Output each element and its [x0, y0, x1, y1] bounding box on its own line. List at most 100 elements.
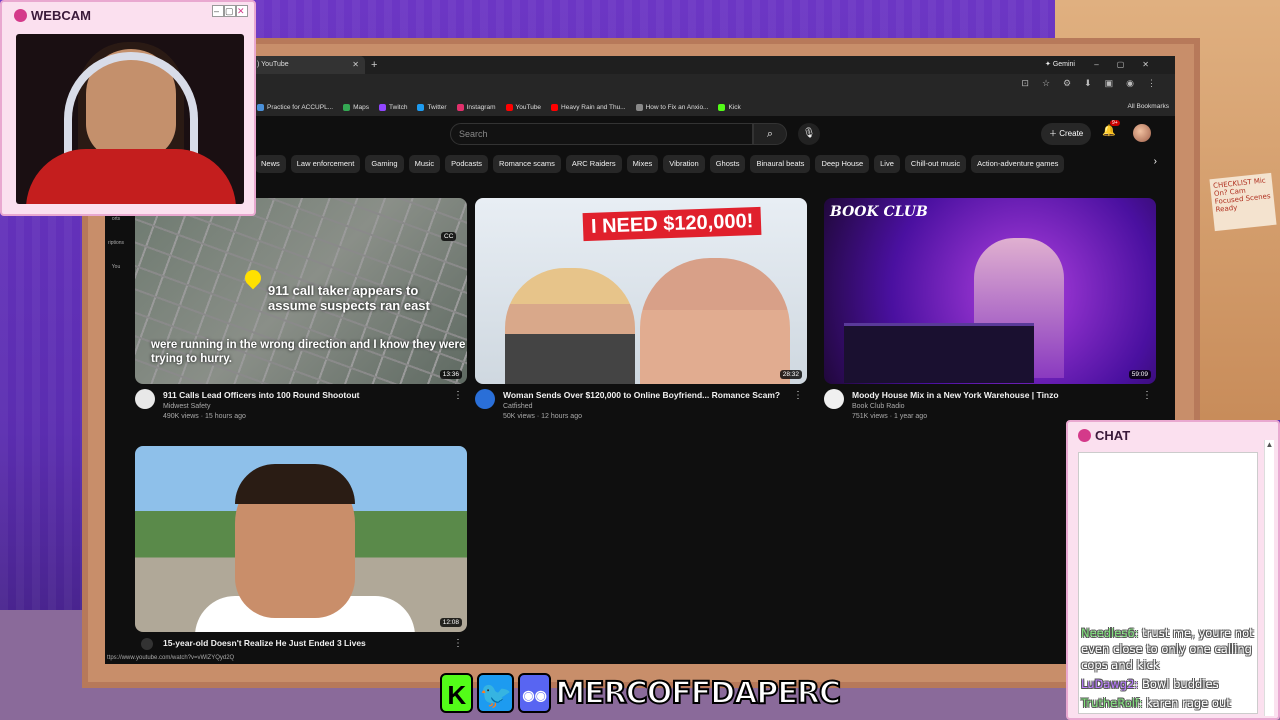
chip[interactable]: Deep House — [815, 155, 870, 173]
webcam-title: WEBCAM — [31, 8, 91, 23]
thumbnail-person — [235, 464, 355, 504]
tab-title: ) YouTube — [257, 61, 289, 68]
toolbar-icons[interactable]: ⊡☆⚙⬇▣◉⋮ — [1021, 78, 1169, 89]
chip[interactable]: Music — [408, 155, 441, 173]
video-title[interactable]: 911 Calls Lead Officers into 100 Round S… — [163, 390, 467, 400]
all-bookmarks[interactable]: All Bookmarks — [1127, 103, 1169, 110]
channel-name[interactable]: Catfished — [503, 403, 807, 410]
video-thumbnail[interactable]: 12:08 — [135, 446, 467, 632]
channel-avatar[interactable] — [475, 389, 495, 409]
bookmark-icon — [379, 103, 387, 111]
bookmark-icon — [551, 103, 559, 111]
video-thumbnail[interactable]: 911 call taker appears to assume suspect… — [135, 198, 467, 384]
video-stats: 490K views · 15 hours ago — [163, 413, 246, 420]
checklist-note: CHECKLIST Mic On? Cam Focused Scenes Rea… — [1209, 172, 1277, 232]
video-thumbnail[interactable]: BOOK CLUB 59:09 — [824, 198, 1156, 384]
chip[interactable]: Gaming — [365, 155, 404, 173]
sidebar: orts riptions You — [105, 216, 127, 288]
video-title[interactable]: 15-year-old Doesn't Realize He Just Ende… — [163, 638, 467, 648]
social-banner: K 🐦 ◉◉ MERCOFFDAPERC — [440, 668, 842, 718]
bookmark-item[interactable]: Maps — [343, 103, 369, 111]
gemini-button[interactable]: ✦ Gemini — [1045, 58, 1075, 72]
tab-close-icon[interactable]: ✕ — [352, 56, 359, 74]
chat-username: Needles6: — [1081, 626, 1139, 640]
chat-title: CHAT — [1095, 428, 1131, 443]
chat-panel: CHAT Needles6: trust me, youre not even … — [1066, 420, 1280, 720]
channel-name[interactable]: Midwest Safety — [163, 403, 467, 410]
bookmark-item[interactable]: Twitter — [417, 103, 447, 111]
sidebar-item-you[interactable]: You — [105, 264, 127, 270]
thumbnail-caption: 911 call taker appears to assume suspect… — [268, 283, 430, 313]
kick-icon: K — [440, 673, 474, 713]
channel-avatar[interactable] — [135, 389, 155, 409]
video-card[interactable]: BOOK CLUB 59:09 Moody House Mix in a New… — [824, 198, 1156, 428]
video-card[interactable]: 12:08 15-year-old Doesn't Realize He Jus… — [135, 446, 467, 664]
chip[interactable]: Romance scams — [493, 155, 561, 173]
bookmark-item[interactable]: Twitch — [379, 103, 408, 111]
chip[interactable]: Podcasts — [445, 155, 489, 173]
bookmark-item[interactable]: How to Fix an Anxio... — [635, 103, 708, 111]
chat-username: TrutheRolf: — [1081, 696, 1143, 710]
new-tab-icon[interactable]: + — [371, 56, 377, 74]
chip[interactable]: Law enforcement — [290, 155, 361, 173]
avatar[interactable] — [1133, 124, 1151, 142]
chip[interactable]: Live — [874, 155, 900, 173]
video-title[interactable]: Moody House Mix in a New York Warehouse … — [852, 390, 1156, 400]
bookmark-icon — [257, 103, 264, 111]
chat-text: karen rage out — [1142, 696, 1231, 710]
chip[interactable]: Vibration — [663, 155, 705, 173]
bookmark-label: Instagram — [466, 103, 496, 111]
channel-avatar[interactable] — [141, 638, 153, 650]
video-card[interactable]: 911 call taker appears to assume suspect… — [135, 198, 467, 428]
bookmark-label: Twitch — [389, 103, 408, 111]
duration-badge: 28:32 — [779, 370, 802, 379]
video-stats: 751K views · 1 year ago — [852, 413, 928, 420]
bookmark-label: YouTube — [515, 103, 542, 111]
chip[interactable]: News — [255, 155, 286, 173]
webcam-header: WEBCAM — [14, 8, 91, 23]
chip[interactable]: Ghosts — [709, 155, 746, 173]
bookmark-item[interactable]: Heavy Rain and Thu... — [551, 103, 626, 111]
bookmark-item[interactable]: Instagram — [456, 103, 496, 111]
bookmark-icon — [635, 103, 643, 111]
more-options-icon[interactable]: ⋮ — [453, 638, 463, 649]
more-options-icon[interactable]: ⋮ — [1142, 390, 1152, 401]
chip[interactable]: ARC Raiders — [565, 155, 622, 173]
category-chips: News Law enforcement Gaming Music Podcas… — [105, 150, 1175, 178]
video-card[interactable]: I NEED $120,000! 28:32 Woman Sends Over … — [475, 198, 807, 428]
bookmark-item[interactable]: Practice for ACCUPL... — [257, 103, 333, 111]
search-input[interactable]: Search — [450, 123, 753, 145]
tab-youtube[interactable]: ) YouTube ✕ — [250, 56, 365, 74]
video-thumbnail[interactable]: I NEED $120,000! 28:32 — [475, 198, 807, 384]
chat-body: Needles6: trust me, youre not even close… — [1078, 452, 1258, 714]
video-title[interactable]: Woman Sends Over $120,000 to Online Boyf… — [503, 390, 807, 400]
chip[interactable]: Mixes — [626, 155, 659, 173]
channel-avatar[interactable] — [824, 389, 844, 409]
more-options-icon[interactable]: ⋮ — [453, 390, 463, 401]
bookmark-item[interactable]: Kick — [718, 103, 741, 111]
youtube-header: Search ⌕ 🎙 ＋ Create 🔔 9+ — [105, 116, 1175, 150]
chip[interactable]: Binaural beats — [750, 155, 811, 173]
chat-scrollbar[interactable]: ▲ — [1264, 440, 1274, 716]
channel-name[interactable]: Book Club Radio — [852, 403, 1156, 410]
create-button[interactable]: ＋ Create — [1041, 123, 1092, 145]
window-controls[interactable]: –▢✕ — [1094, 56, 1167, 74]
webcam-feed — [16, 34, 244, 204]
sidebar-item-subscriptions[interactable]: riptions — [105, 240, 127, 246]
chip[interactable]: Action-adventure games — [971, 155, 1065, 173]
video-meta: Woman Sends Over $120,000 to Online Boyf… — [475, 384, 807, 428]
chat-text: Bowl buddies — [1138, 677, 1219, 691]
webcam-icon — [14, 9, 27, 22]
duration-badge: 12:08 — [439, 618, 462, 627]
address-bar[interactable]: ⊡☆⚙⬇▣◉⋮ — [105, 74, 1175, 98]
mic-icon[interactable]: 🎙 — [798, 123, 820, 145]
more-options-icon[interactable]: ⋮ — [793, 390, 803, 401]
chevron-right-icon[interactable]: › — [1154, 156, 1157, 167]
video-stats: 50K views · 12 hours ago — [503, 413, 582, 420]
notification-badge: 9+ — [1110, 120, 1120, 126]
bookmark-item[interactable]: YouTube — [505, 103, 542, 111]
search-icon[interactable]: ⌕ — [753, 123, 787, 145]
browser-window: ) YouTube ✕ + ✦ Gemini –▢✕ ⊡☆⚙⬇▣◉⋮ Pract… — [105, 56, 1175, 664]
sidebar-item-shorts[interactable]: orts — [105, 216, 127, 222]
chip[interactable]: Chill-out music — [904, 155, 967, 173]
